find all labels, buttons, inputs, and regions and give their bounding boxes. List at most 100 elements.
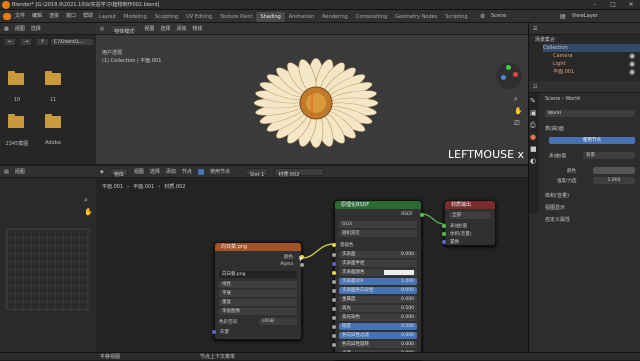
view-layer-icon[interactable]: ▤ — [560, 13, 566, 20]
file-path-field[interactable]: C:\Users\L... — [50, 38, 94, 46]
vector-input-socket[interactable] — [212, 330, 216, 334]
folder-icon[interactable] — [45, 114, 61, 128]
mode-dropdown[interactable]: 物体模式 — [110, 24, 139, 35]
menu-help[interactable]: 帮助 — [83, 10, 93, 23]
eye-icon[interactable]: ◉ — [629, 52, 635, 60]
bsdf-input-socket[interactable] — [332, 334, 336, 338]
projection-dropdown[interactable]: 平展 — [219, 290, 297, 297]
alpha-output-socket[interactable] — [300, 263, 304, 267]
principled-bsdf-node[interactable]: 原理化BSDF BSDF GGX 随机游走 基础色 次表面 0.000 次表面半径次… — [332, 200, 424, 360]
viewport-view-menu[interactable]: 视图 — [144, 23, 154, 35]
scene-icon[interactable]: ⚙ — [480, 13, 485, 20]
volume-panel-header[interactable]: 体积(音量) — [545, 192, 640, 200]
tab-scripting[interactable]: Scripting — [441, 12, 471, 22]
file-browser-select-menu[interactable]: 选择 — [31, 23, 41, 35]
surface-panel-header[interactable]: 表(曲)面 — [545, 125, 640, 133]
bsdf-input-socket[interactable] — [332, 262, 336, 266]
material-output-node[interactable]: 材质输出 全部 表(曲)面 体积(音量) 置换 — [442, 200, 496, 246]
bsdf-input-socket[interactable] — [332, 307, 336, 311]
zoom-icon[interactable]: ⌕ — [84, 196, 88, 205]
eye-icon[interactable]: ◉ — [629, 68, 635, 76]
properties-editor-icon[interactable]: ☷ — [533, 84, 537, 90]
bsdf-input-field[interactable]: 次表面各向异性 0.000 — [339, 287, 417, 294]
color-swatch[interactable] — [593, 167, 635, 174]
tab-sculpting[interactable]: Sculpting — [151, 12, 182, 22]
camera-view-icon[interactable]: ⎚ — [514, 119, 520, 128]
bsdf-input-field[interactable]: 各向异性旋转 0.000 — [339, 341, 417, 348]
maximize-icon[interactable]: □ — [604, 0, 622, 10]
tab-shading[interactable]: Shading — [256, 12, 285, 22]
bsdf-input-socket[interactable] — [332, 289, 336, 293]
minimize-icon[interactable]: – — [586, 0, 604, 10]
material-tab-icon[interactable]: ◐ — [530, 157, 536, 165]
subsurface-method-dropdown[interactable]: 随机游走 — [339, 230, 417, 237]
back-icon[interactable]: ← — [4, 38, 17, 46]
tab-geometry-nodes[interactable]: Geometry Nodes — [391, 12, 441, 22]
tab-modeling[interactable]: Modeling — [120, 12, 151, 22]
image-name-field[interactable]: 向日葵.png — [219, 271, 297, 278]
object-tab-icon[interactable]: ■ — [530, 145, 537, 153]
viewport-select-menu[interactable]: 选择 — [160, 23, 170, 35]
file-browser-view-menu[interactable]: 视图 — [15, 23, 25, 35]
bsdf-input-field[interactable]: 金属度 0.000 — [339, 296, 417, 303]
close-icon[interactable]: ✕ — [622, 0, 640, 10]
tab-animation[interactable]: Animation — [285, 12, 319, 22]
displacement-input-socket[interactable] — [442, 240, 446, 244]
outliner-item-camera[interactable]: Camera — [553, 52, 640, 60]
navigation-gizmo[interactable] — [496, 63, 522, 89]
tab-rendering[interactable]: Rendering — [318, 12, 352, 22]
tab-uv-editing[interactable]: UV Editing — [182, 12, 216, 22]
tab-texture-paint[interactable]: Texture Paint — [216, 12, 256, 22]
bsdf-input-socket[interactable] — [332, 253, 336, 257]
scene-name[interactable]: Scene — [491, 13, 506, 19]
bsdf-input-socket[interactable] — [332, 298, 336, 302]
world-name-field[interactable]: World — [545, 110, 635, 117]
output-node-title[interactable]: 材质输出 — [445, 201, 495, 209]
image-view-menu[interactable]: 视图 — [15, 166, 25, 178]
eye-icon[interactable]: ◉ — [629, 60, 635, 68]
tab-layout[interactable]: Layout — [95, 12, 120, 22]
folder-icon[interactable] — [45, 71, 61, 85]
colorspace-dropdown[interactable]: sRGB — [259, 318, 297, 325]
distribution-dropdown[interactable]: GGX — [339, 221, 417, 228]
image-texture-node[interactable]: 向日葵.png 颜色 Alpha 向日葵.png 线性 平展 重复 单张图像 色… — [212, 242, 304, 340]
bsdf-input-field[interactable]: 糙度 0.500 — [339, 323, 417, 330]
viewport-editor-icon[interactable]: ◎ — [100, 23, 104, 35]
outliner-item-plane[interactable]: 平面.001 — [553, 68, 640, 76]
interpolation-dropdown[interactable]: 线性 — [219, 281, 297, 288]
zoom-icon[interactable]: ⌕ — [514, 95, 518, 104]
tool-tab-icon[interactable]: ✎ — [530, 97, 536, 105]
volume-input-socket[interactable] — [442, 232, 446, 236]
strength-field[interactable]: 1.000 — [593, 177, 635, 184]
folder-icon[interactable] — [8, 71, 24, 85]
view-layer-name[interactable]: ViewLayer — [572, 13, 598, 19]
z-axis-icon[interactable] — [501, 75, 506, 80]
bsdf-input-field[interactable]: 各向异性过滤 0.000 — [339, 332, 417, 339]
render-tab-icon[interactable]: ▣ — [530, 109, 537, 117]
bsdf-input-field[interactable]: 次表面半径 — [339, 260, 417, 267]
pan-hand-icon[interactable]: ✋ — [84, 208, 93, 216]
outliner-editor-icon[interactable]: ☰ — [533, 26, 537, 32]
flower-object[interactable] — [236, 35, 396, 165]
parent-dir-icon[interactable]: ↑ — [36, 38, 49, 46]
viewport-add-menu[interactable]: 添加 — [176, 23, 186, 35]
menu-edit[interactable]: 编辑 — [32, 10, 42, 23]
bsdf-input-socket[interactable] — [332, 343, 336, 347]
properties-editor[interactable]: ☷ ✎ ▣ ⎙ ● ■ ◐ Scene › World World 表(曲)面 … — [528, 81, 640, 360]
outliner-item-light[interactable]: Light — [553, 60, 640, 68]
surface-input-socket[interactable] — [442, 224, 446, 228]
custom-properties-panel-header[interactable]: 自定义属性 — [545, 216, 640, 224]
output-tab-icon[interactable]: ⎙ — [530, 121, 536, 129]
output-target-dropdown[interactable]: 全部 — [449, 212, 491, 219]
bsdf-output-socket[interactable] — [420, 213, 424, 217]
menu-window[interactable]: 窗口 — [66, 10, 76, 23]
bsdf-input-socket[interactable] — [332, 325, 336, 329]
image-node-title[interactable]: 向日葵.png — [215, 243, 301, 251]
file-browser-editor-icon[interactable]: ▦ — [4, 23, 9, 35]
blender-menu-icon[interactable] — [3, 13, 11, 20]
folder-icon[interactable] — [8, 114, 24, 128]
image-editor-icon[interactable]: ▧ — [4, 166, 9, 178]
image-editor[interactable]: ▧ 视图 ⌕ ✋ — [0, 166, 96, 360]
viewport-display-panel-header[interactable]: 视图显示 — [545, 204, 640, 212]
world-tab-icon[interactable]: ● — [530, 133, 536, 141]
